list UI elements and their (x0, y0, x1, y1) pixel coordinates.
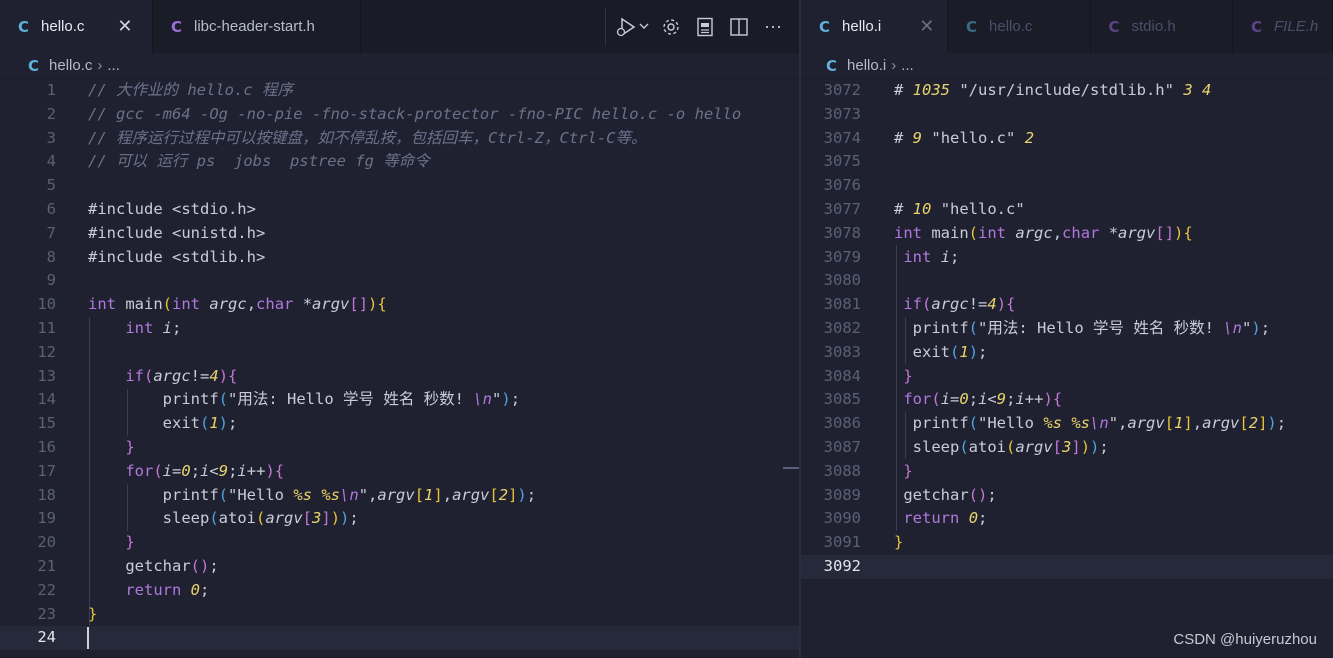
tab-hello-c[interactable]: C hello.c ✕ (0, 0, 153, 53)
code-line: 3091} (823, 533, 904, 552)
code-line: 3089 getchar(); (823, 485, 997, 504)
toolbar-separator (605, 8, 606, 46)
h-file-icon: C (1251, 17, 1263, 36)
tab-label: hello.i (842, 18, 882, 35)
code-line: 3073 (823, 104, 861, 123)
c-file-icon: C (18, 17, 30, 36)
tab-label: stdio.h (1131, 18, 1176, 35)
code-line: 10 int main(int argc,char *argv[]){ (37, 295, 387, 314)
code-line: 20 } (37, 533, 135, 552)
code-line: 3081 if(argc!=4){ (823, 295, 1016, 314)
c-file-icon: C (966, 17, 978, 36)
tab-libc-header-start-h[interactable]: C libc-header-start.h (153, 0, 361, 53)
tab-label: hello.c (989, 18, 1033, 35)
close-icon[interactable]: ✕ (117, 16, 132, 37)
gear-icon[interactable] (659, 15, 683, 39)
code-line: 3072 # 1035 "/usr/include/stdlib.h" 3 4 (823, 81, 1212, 99)
text-cursor (87, 627, 89, 650)
code-line: 3077 # 10 "hello.c" (823, 200, 1025, 218)
breadcrumb-symbols[interactable]: ... (901, 57, 914, 74)
c-file-icon: C (826, 56, 838, 75)
code-line: 19 sleep(atoi(argv[3])); (37, 509, 359, 528)
code-line: 21 getchar(); (37, 557, 219, 575)
code-line: 16 } (37, 438, 135, 456)
code-line: 7 #include <unistd.h> (46, 223, 266, 242)
open-preview-icon[interactable] (693, 15, 717, 39)
watermark: CSDN @huiyeruzhou (1173, 631, 1317, 648)
code-line: 2// gcc -m64 -Og -no-pie -fno-stack-prot… (46, 104, 742, 123)
code-line: 3082 printf("用法: Hello 学号 姓名 秒数! \n"); (823, 319, 1271, 337)
code-line: 22 return 0; (37, 580, 210, 599)
tab-hello-i[interactable]: C hello.i ✕ (801, 0, 948, 53)
code-line: 15 exit(1); (37, 414, 238, 433)
left-editor-group: C hello.c ✕ C libc-header-start.h ··· C … (0, 0, 799, 658)
code-line: 3086 printf("Hello %s %s\n",argv[1],argv… (823, 414, 1287, 433)
current-line: 3092 (801, 555, 1333, 579)
code-line: 3079 int i; (823, 247, 960, 266)
code-line: 3076 (823, 176, 861, 195)
code-line: 3// 程序运行过程中可以按键盘，如不停乱按，包括回车，Ctrl-Z，Ctrl-… (46, 128, 647, 147)
tab-label: FILE.h (1274, 18, 1319, 35)
code-line: 4// 可以 运行 ps jobs pstree fg 等命令 (46, 152, 430, 171)
code-line: 3088 } (823, 461, 913, 480)
h-file-icon: C (1108, 17, 1120, 36)
code-line: 3078 int main(int argc,char *argv[]){ (823, 223, 1193, 242)
tab-hello-c[interactable]: C hello.c (948, 0, 1091, 53)
tab-label: hello.c (41, 18, 85, 35)
breadcrumb-symbols[interactable]: ... (107, 57, 120, 74)
overview-ruler-marker (783, 467, 799, 469)
right-editor-group: C hello.i ✕ C hello.c C stdio.h C FILE.h… (801, 0, 1333, 658)
code-line: 12 (37, 342, 56, 361)
code-line: 3080 (823, 271, 861, 290)
right-tab-bar: C hello.i ✕ C hello.c C stdio.h C FILE.h (801, 0, 1333, 53)
code-line: 13 if(argc!=4){ (37, 366, 238, 385)
code-editor-right[interactable]: 3072 # 1035 "/usr/include/stdlib.h" 3 4 3… (801, 79, 1333, 658)
close-icon[interactable]: ✕ (919, 16, 934, 37)
more-actions-icon[interactable]: ··· (761, 15, 785, 39)
code-line: 3074 # 9 "hello.c" 2 (823, 128, 1035, 147)
code-line: 3075 (823, 152, 861, 171)
code-line: 3083 exit(1); (823, 342, 988, 361)
c-file-icon: C (819, 17, 831, 36)
code-line: 9 (46, 271, 56, 290)
current-line: 24 (0, 626, 799, 651)
editor-toolbar: ··· (615, 0, 785, 53)
code-line: 3087 sleep(atoi(argv[3])); (823, 438, 1109, 456)
code-line: 8 #include <stdlib.h> (46, 247, 266, 266)
breadcrumb[interactable]: C hello.c › ... (0, 53, 799, 79)
code-line: 6 #include <stdio.h> (46, 200, 256, 218)
code-line: 17 for(i=0;i<9;i++){ (37, 461, 285, 480)
left-tab-bar: C hello.c ✕ C libc-header-start.h ··· (0, 0, 799, 53)
code-line: 11 int i; (37, 319, 182, 337)
code-editor-left[interactable]: 1// 大作业的 hello.c 程序 2// gcc -m64 -Og -no… (0, 79, 799, 658)
tab-stdio-h[interactable]: C stdio.h (1090, 0, 1233, 53)
tab-label: libc-header-start.h (194, 18, 315, 35)
code-line: 3085 for(i=0;i<9;i++){ (823, 390, 1063, 409)
code-line: 23} (37, 604, 98, 623)
code-line: 3084 } (823, 366, 913, 385)
split-editor-icon[interactable] (727, 15, 751, 39)
breadcrumb-file[interactable]: hello.c (49, 57, 92, 74)
code-line: 3090 return 0; (823, 509, 988, 528)
breadcrumb[interactable]: C hello.i › ... (801, 53, 1333, 79)
h-file-icon: C (171, 17, 183, 36)
tab-file-h[interactable]: C FILE.h (1233, 0, 1333, 53)
code-line: 5 (46, 176, 56, 195)
c-file-icon: C (28, 56, 40, 75)
chevron-right-icon: › (891, 57, 897, 74)
code-line: 14 printf("用法: Hello 学号 姓名 秒数! \n"); (37, 390, 521, 409)
run-debug-icon[interactable] (615, 15, 649, 39)
code-line: 18 printf("Hello %s %s\n",argv[1],argv[2… (37, 485, 537, 504)
chevron-right-icon: › (97, 57, 103, 74)
code-line: 1// 大作业的 hello.c 程序 (46, 81, 293, 99)
breadcrumb-file[interactable]: hello.i (847, 57, 886, 74)
